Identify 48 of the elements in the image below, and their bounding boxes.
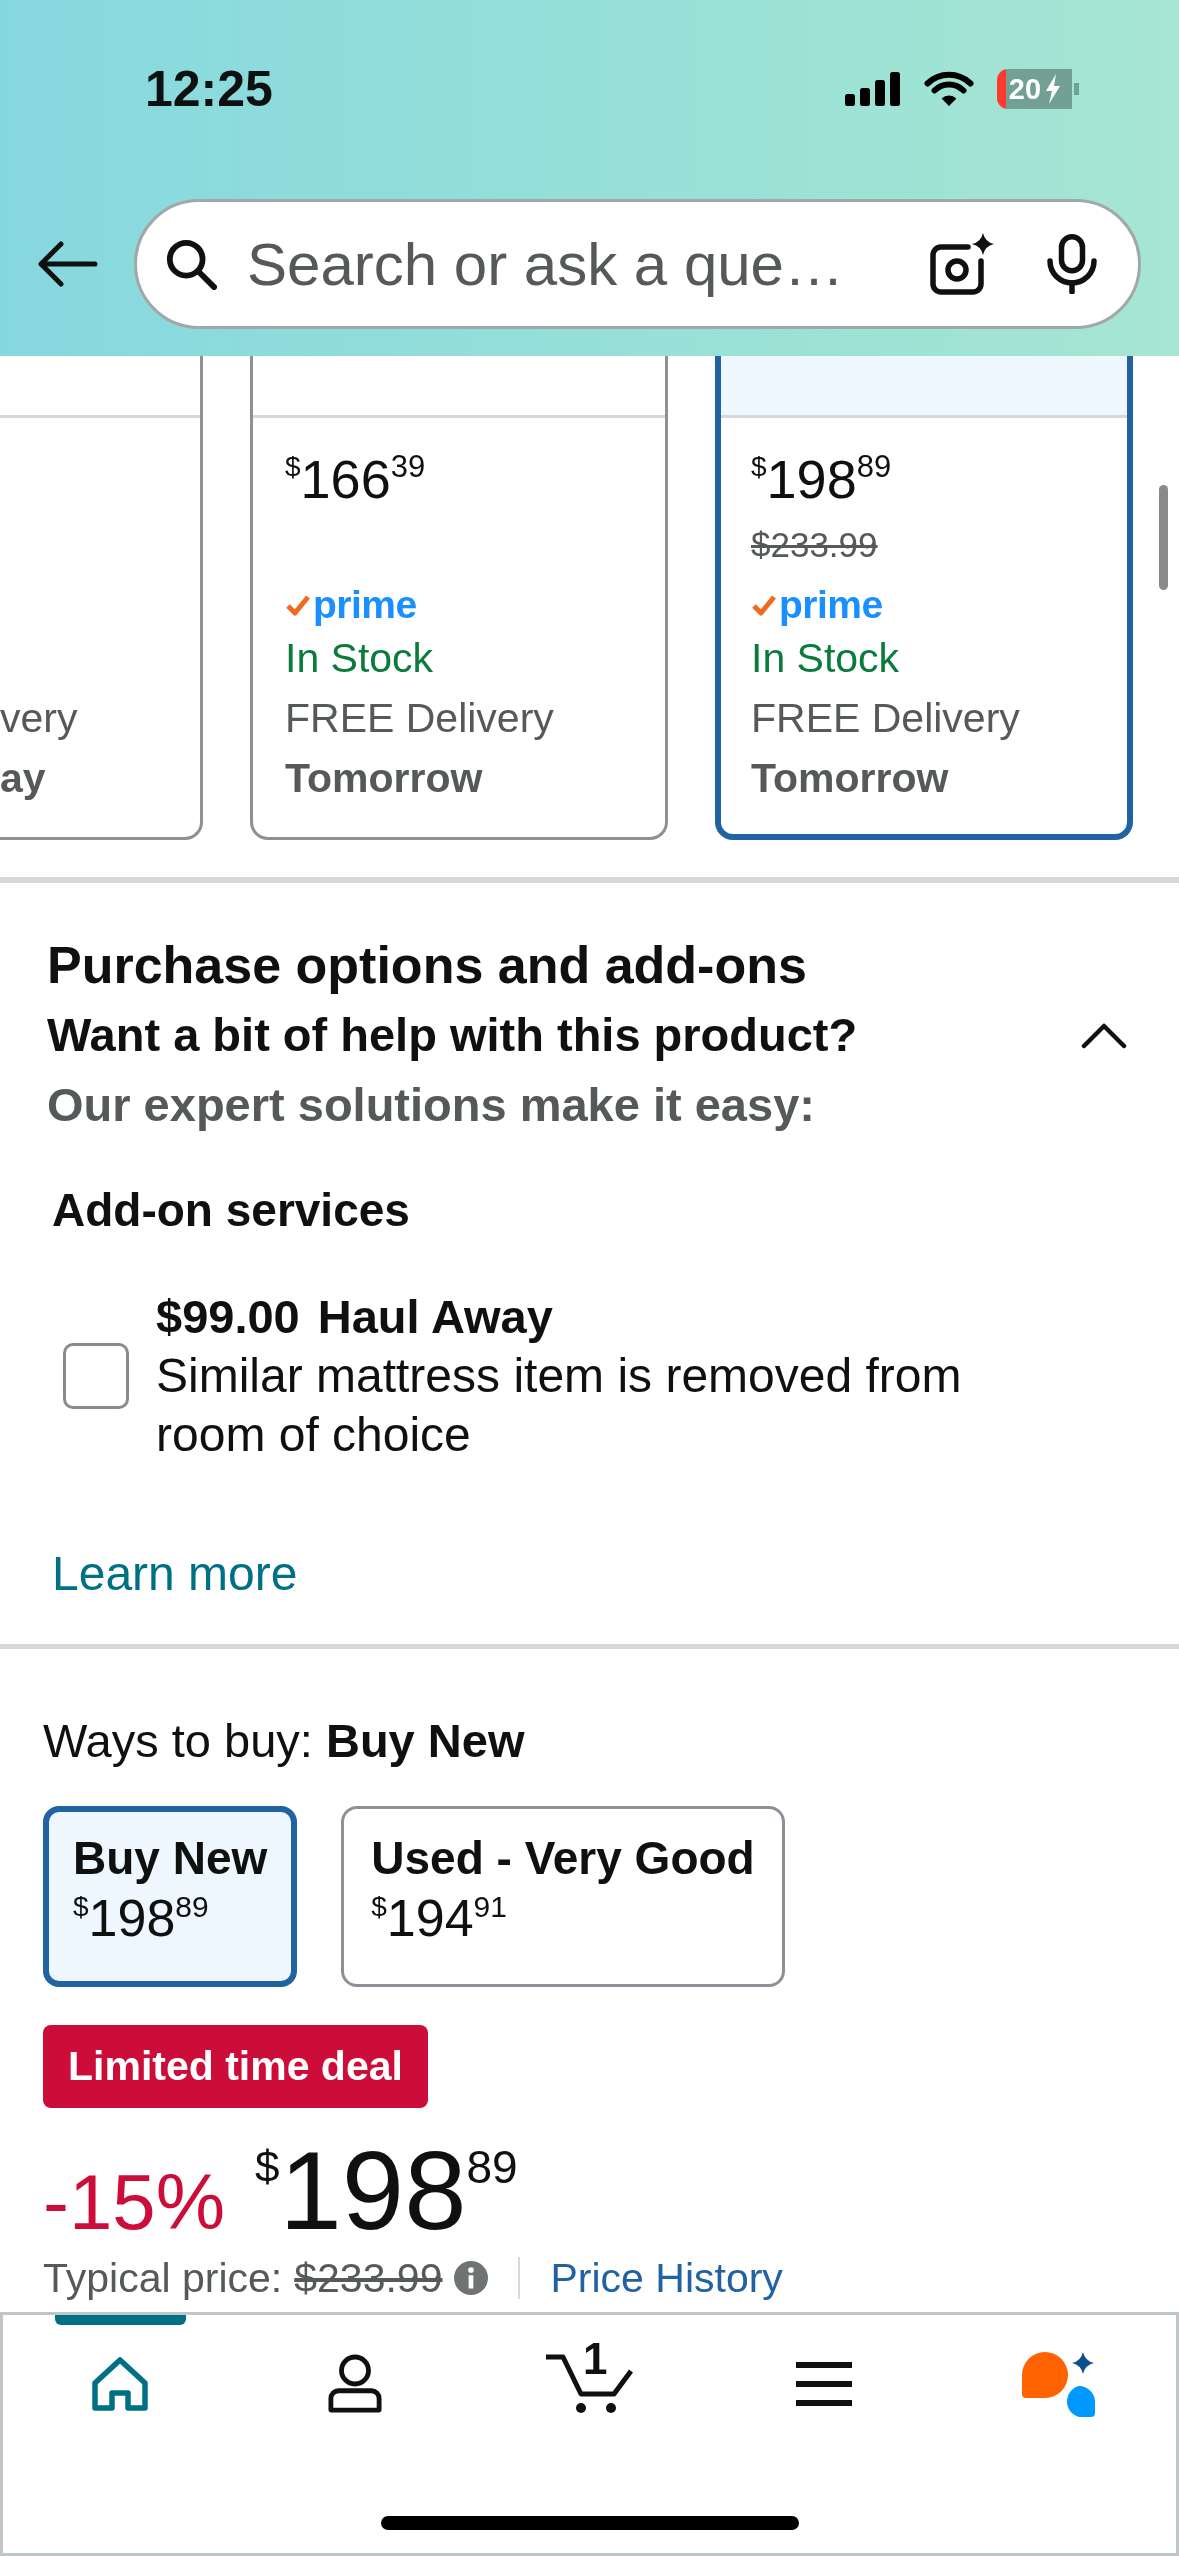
search-icon	[165, 238, 217, 290]
size-option-card[interactable]: very ay	[0, 356, 203, 840]
home-icon	[92, 2357, 149, 2411]
help-question: Want a bit of help with this product?	[47, 1008, 858, 1062]
camera-sparkle-icon[interactable]	[930, 233, 994, 295]
status-time: 12:25	[145, 60, 273, 119]
delivery-text: FREE Delivery	[751, 695, 1020, 741]
delivery-date: Tomorrow	[285, 755, 483, 801]
addon-name: Haul Away	[317, 1289, 553, 1345]
discount-percent: -15%	[43, 2157, 226, 2248]
deal-badge: Limited time deal	[43, 2025, 428, 2108]
info-icon[interactable]	[454, 2261, 489, 2295]
price-history-link[interactable]: Price History	[550, 2255, 783, 2301]
cart-tab[interactable]: 1	[472, 2315, 707, 2453]
delivery-date: ay	[0, 755, 46, 801]
addon-price: $99.00	[156, 1289, 300, 1345]
prime-label: prime	[779, 584, 883, 626]
prime-label: prime	[313, 584, 417, 626]
stock-status: In Stock	[285, 635, 434, 681]
battery-percentage: 20	[1007, 72, 1043, 106]
checkmark-icon	[285, 594, 311, 616]
wifi-icon	[924, 71, 974, 107]
menu-icon	[796, 2362, 853, 2406]
checkmark-icon	[751, 594, 777, 616]
addons-heading: Add-on services	[52, 1183, 411, 1238]
charging-bolt-icon	[1046, 74, 1060, 104]
section-title: Purchase options and add-ons	[47, 935, 808, 995]
delivery-text: very	[0, 695, 78, 741]
delivery-date: Tomorrow	[751, 755, 949, 801]
person-icon	[327, 2354, 382, 2414]
microphone-icon[interactable]	[1046, 234, 1098, 294]
typical-price-label: Typical price:	[43, 2255, 283, 2301]
search-bar[interactable]: Search or ask a que…	[134, 199, 1141, 329]
chevron-up-icon[interactable]	[1081, 1021, 1127, 1049]
delivery-text: FREE Delivery	[285, 695, 554, 741]
cart-count: 1	[583, 2336, 607, 2382]
checkbox[interactable]	[63, 1343, 129, 1409]
chat-bubbles-icon	[1020, 2350, 1097, 2418]
ways-to-buy-label: Ways to buy: Buy New	[43, 1713, 525, 1769]
help-note: Our expert solutions make it easy:	[47, 1078, 816, 1132]
typical-price: $233.99	[294, 2255, 443, 2301]
back-arrow-icon[interactable]	[36, 241, 98, 287]
list-price: $233.99	[751, 525, 878, 564]
addon-description: Similar mattress item is removed from room of choice	[156, 1348, 963, 1463]
learn-more-link[interactable]: Learn more	[52, 1546, 298, 1602]
signal-icon	[845, 72, 901, 106]
stock-status: In Stock	[751, 635, 900, 681]
search-field[interactable]: Search or ask a que…	[247, 228, 910, 300]
